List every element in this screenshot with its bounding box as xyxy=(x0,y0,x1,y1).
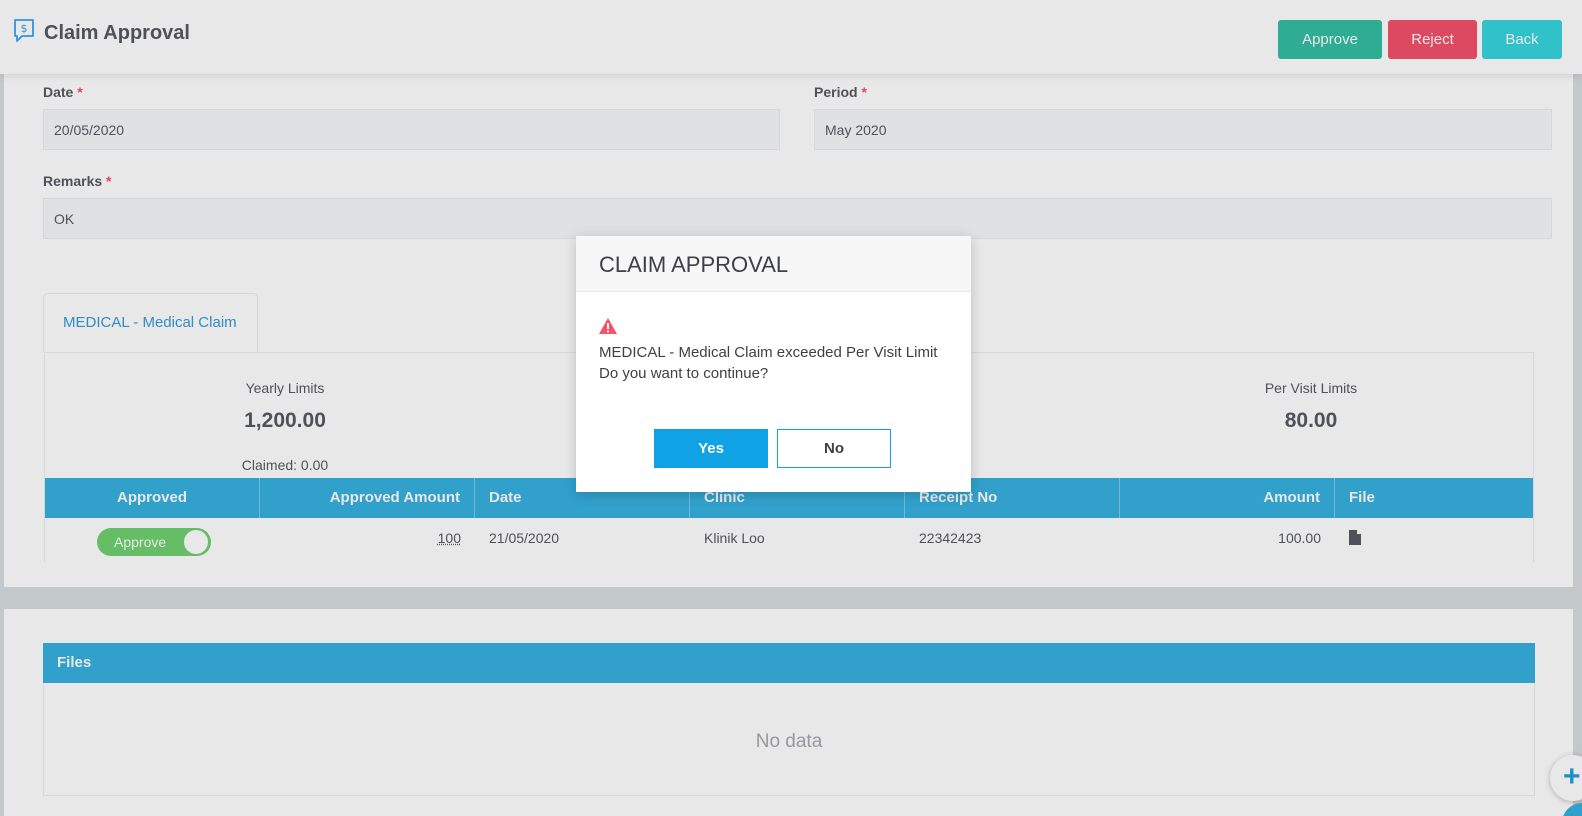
dialog-message-line1: MEDICAL - Medical Claim exceeded Per Vis… xyxy=(599,344,938,361)
warning-icon xyxy=(599,318,617,334)
dialog-title: CLAIM APPROVAL xyxy=(599,252,789,277)
dialog-header: CLAIM APPROVAL xyxy=(576,236,971,292)
dialog-message: MEDICAL - Medical Claim exceeded Per Vis… xyxy=(599,342,959,384)
yes-button[interactable]: Yes xyxy=(654,429,768,468)
dialog-message-line2: Do you want to continue? xyxy=(599,365,769,382)
no-button[interactable]: No xyxy=(777,429,891,468)
claim-approval-dialog: CLAIM APPROVAL MEDICAL - Medical Claim e… xyxy=(576,236,971,492)
